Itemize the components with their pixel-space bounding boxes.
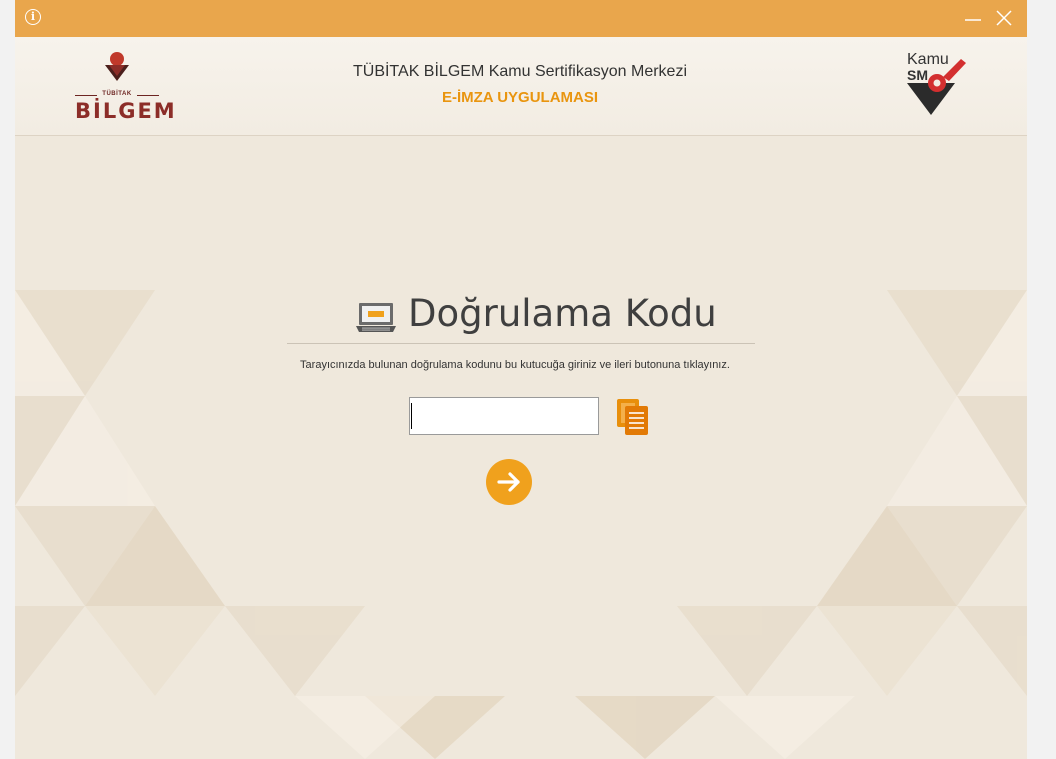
next-button[interactable] (486, 459, 532, 505)
paste-icon[interactable] (616, 398, 649, 436)
main-content: Doğrulama Kodu Tarayıcınızda bulunan doğ… (15, 0, 1027, 759)
page-title: Doğrulama Kodu (408, 292, 717, 335)
keyboard-icon (356, 303, 396, 332)
text-caret (411, 403, 412, 429)
app-window: i TÜBİTAK BİLGEM TÜBİTAK BİLGEM Kamu Ser… (15, 0, 1027, 759)
instruction-text: Tarayıcınızda bulunan doğrulama kodunu b… (300, 359, 730, 371)
arrow-right-icon (497, 472, 520, 492)
title-divider (287, 343, 755, 344)
verification-code-input[interactable] (409, 397, 599, 435)
